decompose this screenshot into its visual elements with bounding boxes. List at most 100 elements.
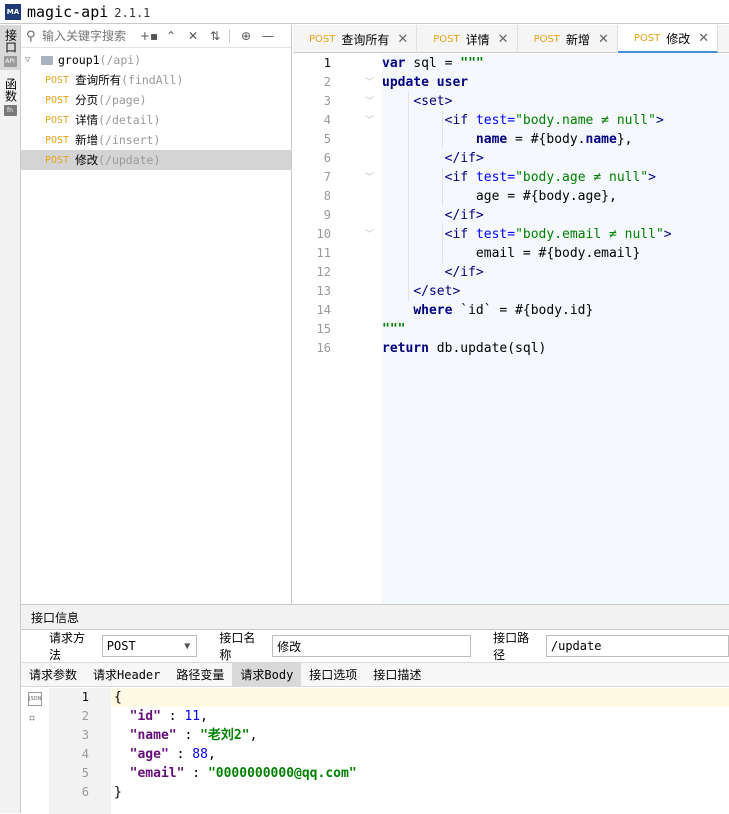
subtab-path-vars[interactable]: 路径变量 bbox=[168, 663, 232, 686]
name-input[interactable]: 修改 bbox=[272, 635, 472, 657]
tab-insert[interactable]: POST 新增 ✕ bbox=[518, 25, 618, 53]
code-line: <set> bbox=[413, 94, 453, 109]
fold-chevron-icon[interactable]: ﹀ bbox=[365, 75, 374, 88]
tab-method: POST bbox=[309, 33, 336, 45]
fold-chevron-icon[interactable]: ﹀ bbox=[365, 113, 374, 126]
name-input-value: 修改 bbox=[277, 639, 302, 654]
line-number: 3 bbox=[323, 94, 331, 108]
method-select[interactable]: POST ▼ bbox=[101, 635, 198, 657]
line-number: 7 bbox=[323, 170, 331, 184]
fn-badge-icon: fn bbox=[3, 105, 17, 116]
api-info-panel: 接口信息 请求方法 POST ▼ 接口名称 修改 接口路径 /update 请求… bbox=[21, 604, 729, 814]
code-line: """ bbox=[382, 322, 406, 337]
line-number: 4 bbox=[323, 113, 331, 127]
current-line-highlight bbox=[111, 688, 729, 707]
search-input[interactable] bbox=[42, 29, 137, 43]
item-path: (/update) bbox=[98, 153, 161, 167]
close-icon[interactable]: ✕ bbox=[698, 31, 709, 46]
left-tool-strip: 接口 API 函数 fn bbox=[0, 25, 21, 813]
api-tree-panel: ⚲ +▪ ⌃ ✕ ⇅ ⊕ — ▽ group1 (/api) POST 查询所有… bbox=[21, 25, 292, 604]
line-number: 16 bbox=[316, 341, 331, 355]
line-number: 15 bbox=[316, 322, 331, 336]
line-number: 12 bbox=[316, 265, 331, 279]
subtab-headers[interactable]: 请求Header bbox=[85, 663, 168, 686]
vtab-functions-label: 函数 bbox=[3, 78, 18, 102]
tab-label: 新增 bbox=[565, 32, 590, 47]
tab-label: 查询所有 bbox=[341, 32, 390, 47]
tree-group-row[interactable]: ▽ group1 (/api) bbox=[21, 50, 291, 70]
code-line: <if test="body.name ≠ null"> bbox=[444, 113, 664, 128]
vtab-functions[interactable]: 函数 fn bbox=[0, 74, 20, 119]
minimize-icon[interactable]: — bbox=[258, 29, 278, 43]
line-number: 6 bbox=[81, 785, 89, 799]
method-badge: POST bbox=[45, 114, 70, 126]
code-line: </set> bbox=[413, 284, 461, 299]
close-icon[interactable]: ✕ bbox=[397, 32, 408, 47]
panel-title: 接口信息 bbox=[31, 610, 80, 625]
item-path: (/detail) bbox=[98, 113, 161, 127]
fold-chevron-icon[interactable]: ﹀ bbox=[365, 227, 374, 240]
vtab-api[interactable]: 接口 API bbox=[0, 25, 20, 70]
path-input[interactable]: /update bbox=[545, 635, 729, 657]
tab-update[interactable]: POST 修改 ✕ bbox=[617, 25, 719, 53]
tab-detail[interactable]: POST 详情 ✕ bbox=[417, 25, 518, 53]
fold-chevron-icon[interactable]: ﹀ bbox=[365, 170, 374, 183]
json-format-icon[interactable]: JSON bbox=[28, 692, 42, 706]
chevron-down-icon: ▼ bbox=[184, 640, 191, 652]
code-line: var sql = """ bbox=[382, 56, 484, 71]
method-badge: POST bbox=[45, 134, 70, 146]
close-icon[interactable]: ✕ bbox=[498, 32, 509, 47]
json-line: } bbox=[114, 785, 122, 800]
collapse-all-icon[interactable]: ✕ bbox=[183, 29, 203, 43]
code-line: email = #{body.email} bbox=[382, 246, 641, 261]
chevron-down-icon[interactable]: ▽ bbox=[25, 55, 41, 65]
json-line-gutter: 1 2 3 4 5 6 bbox=[49, 688, 111, 814]
code-line: <if test="body.email ≠ null"> bbox=[444, 227, 672, 242]
method-badge: POST bbox=[45, 74, 70, 86]
json-text[interactable]: { "id" : 11, "name" : "老刘2", "age" : 88,… bbox=[111, 688, 729, 814]
code-line: </if> bbox=[444, 265, 484, 280]
tree-view-icon[interactable]: ⌗ bbox=[29, 712, 35, 726]
subtab-body[interactable]: 请求Body bbox=[232, 663, 302, 686]
json-line: { bbox=[114, 690, 122, 705]
code-line: return db.update(sql) bbox=[382, 341, 547, 356]
line-number: 1 bbox=[323, 56, 331, 70]
api-badge-icon: API bbox=[3, 56, 17, 67]
item-path: (/page) bbox=[98, 93, 147, 107]
code-editor[interactable]: 1 2 3 4 5 6 7 8 9 10 11 12 13 14 15 16 ﹀… bbox=[293, 54, 729, 604]
tree-item-insert[interactable]: POST 新增 (/insert) bbox=[21, 130, 291, 150]
tab-findall[interactable]: POST 查询所有 ✕ bbox=[293, 25, 418, 53]
method-badge: POST bbox=[45, 94, 70, 106]
target-icon[interactable]: ⊕ bbox=[236, 29, 256, 43]
subtab-description[interactable]: 接口描述 bbox=[365, 663, 429, 686]
subtab-options[interactable]: 接口选项 bbox=[301, 663, 365, 686]
tree-item-page[interactable]: POST 分页 (/page) bbox=[21, 90, 291, 110]
close-icon[interactable]: ✕ bbox=[598, 32, 609, 47]
line-number-gutter: 1 2 3 4 5 6 7 8 9 10 11 12 13 14 15 16 ﹀… bbox=[293, 54, 381, 604]
tree-item-update[interactable]: POST 修改 (/update) bbox=[21, 150, 291, 170]
code-text[interactable]: var sql = """ update user <set> <if test… bbox=[382, 54, 729, 604]
app-version: 2.1.1 bbox=[114, 6, 151, 20]
add-icon[interactable]: +▪ bbox=[139, 29, 159, 43]
folder-icon bbox=[41, 55, 53, 65]
editor-area: POST 查询所有 ✕ POST 详情 ✕ POST 新增 ✕ POST 修改 … bbox=[293, 25, 729, 604]
vtab-api-label: 接口 bbox=[3, 29, 18, 53]
sort-icon[interactable]: ⇅ bbox=[205, 29, 225, 43]
tree-item-findall[interactable]: POST 查询所有 (findAll) bbox=[21, 70, 291, 90]
subtab-params[interactable]: 请求参数 bbox=[21, 663, 85, 686]
method-select-value: POST bbox=[106, 639, 136, 653]
fold-chevron-icon[interactable]: ﹀ bbox=[365, 94, 374, 107]
tab-label: 修改 bbox=[666, 31, 691, 46]
item-name: 新增 bbox=[75, 133, 99, 147]
json-line: "name" : "老刘2", bbox=[129, 728, 258, 743]
item-name: 分页 bbox=[75, 93, 99, 107]
json-line: "email" : "0000000000@qq.com" bbox=[129, 766, 357, 781]
expand-collapse-icon[interactable]: ⌃ bbox=[161, 29, 181, 43]
code-line: </if> bbox=[444, 208, 484, 223]
code-line: age = #{body.age}, bbox=[382, 189, 617, 204]
tree-item-detail[interactable]: POST 详情 (/detail) bbox=[21, 110, 291, 130]
json-body-editor[interactable]: JSON ⌗ 1 2 3 4 5 6 { "id" : 11, "name" :… bbox=[21, 688, 729, 814]
tab-label: 详情 bbox=[465, 32, 490, 47]
code-line: where `id` = #{body.id} bbox=[413, 303, 594, 318]
line-number: 2 bbox=[323, 75, 331, 89]
